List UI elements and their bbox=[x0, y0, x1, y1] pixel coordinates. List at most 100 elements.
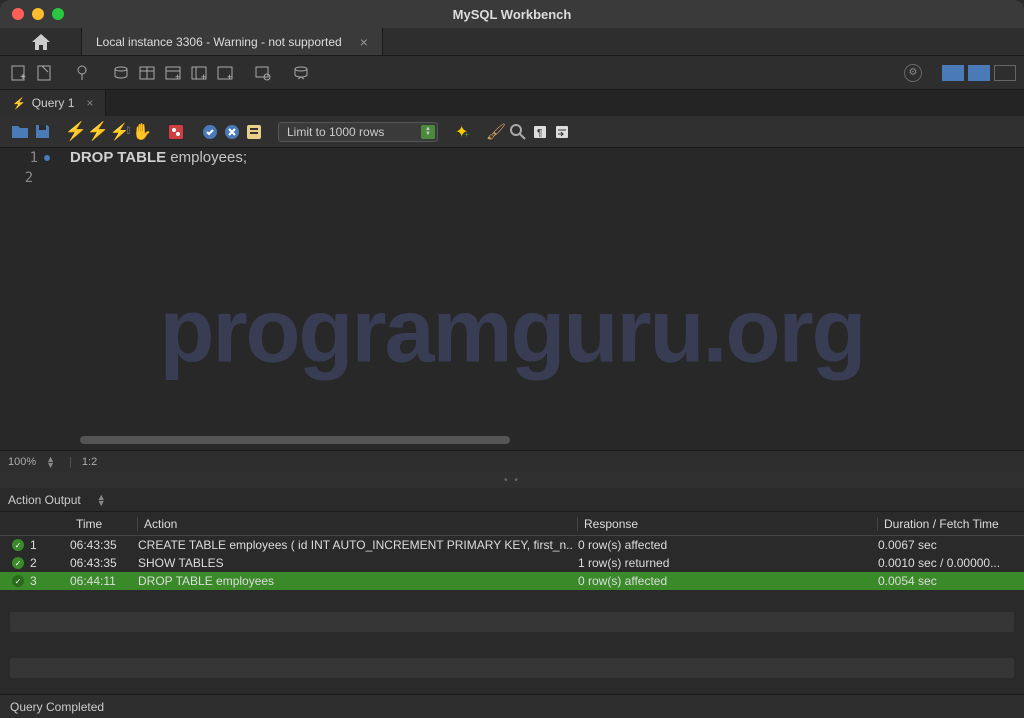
row-action: SHOW TABLES bbox=[132, 556, 572, 570]
row-duration: 0.0067 sec bbox=[872, 538, 1024, 552]
close-query-tab-icon[interactable]: × bbox=[86, 96, 93, 110]
connection-tab-label: Local instance 3306 - Warning - not supp… bbox=[96, 35, 342, 49]
output-row[interactable]: ✓ 1 06:43:35 CREATE TABLE employees ( id… bbox=[0, 536, 1024, 554]
stop-icon[interactable]: ✋ bbox=[132, 122, 152, 142]
editor-status-bar: 100% ▲▼ | 1:2 bbox=[0, 450, 1024, 472]
statement-marker-icon bbox=[44, 155, 50, 161]
output-selector-bar: Action Output ▲▼ bbox=[0, 488, 1024, 512]
dropdown-arrows-icon[interactable]: ▲▼ bbox=[97, 494, 106, 506]
status-text: Query Completed bbox=[10, 700, 104, 714]
column-header-action[interactable]: Action bbox=[138, 517, 578, 531]
row-limit-label: Limit to 1000 rows bbox=[287, 125, 384, 139]
open-sql-file-icon[interactable] bbox=[34, 62, 56, 84]
row-time: 06:43:35 bbox=[64, 556, 132, 570]
row-response: 0 row(s) affected bbox=[572, 574, 872, 588]
bolt-icon: ⚡ bbox=[12, 97, 26, 110]
close-window-button[interactable] bbox=[12, 8, 24, 20]
line-number: 1 bbox=[0, 148, 50, 168]
output-row[interactable]: ✓ 2 06:43:35 SHOW TABLES 1 row(s) return… bbox=[0, 554, 1024, 572]
app-title: MySQL Workbench bbox=[453, 7, 572, 22]
line-gutter: 1 2 bbox=[0, 148, 58, 450]
commit-icon[interactable] bbox=[200, 122, 220, 142]
editor-toolbar: ⚡ ⚡ ⚡𝕀 ✋ Limit to 1000 rows ▲▼ ✦+ 🖌 ¶ bbox=[0, 116, 1024, 148]
rollback-icon[interactable] bbox=[222, 122, 242, 142]
sql-editor[interactable]: 1 2 DROP TABLE employees; programguru.or… bbox=[0, 148, 1024, 450]
query-tab[interactable]: ⚡ Query 1 × bbox=[0, 90, 106, 116]
column-header-duration[interactable]: Duration / Fetch Time bbox=[878, 517, 1024, 531]
close-tab-icon[interactable]: × bbox=[360, 34, 368, 50]
svg-text:+: + bbox=[227, 72, 232, 82]
toggle-autocommit-icon[interactable] bbox=[166, 122, 186, 142]
row-index: 2 bbox=[30, 556, 64, 570]
row-duration: 0.0054 sec bbox=[872, 574, 1024, 588]
toggle-left-panel-button[interactable] bbox=[942, 65, 964, 81]
execute-icon[interactable]: ⚡ bbox=[66, 122, 86, 142]
column-header-time[interactable]: Time bbox=[70, 517, 138, 531]
dropdown-arrows-icon: ▲▼ bbox=[421, 125, 435, 139]
grip-icon: • • bbox=[504, 475, 520, 486]
connection-tab-bar: Local instance 3306 - Warning - not supp… bbox=[0, 28, 1024, 56]
horizontal-scrollbar[interactable] bbox=[80, 436, 510, 444]
line-number: 2 bbox=[0, 168, 50, 188]
window-controls bbox=[12, 8, 64, 20]
reconnect-icon[interactable] bbox=[290, 62, 312, 84]
code-area[interactable]: DROP TABLE employees; bbox=[58, 148, 1024, 450]
beautify-icon[interactable]: ✦+ bbox=[452, 122, 472, 142]
new-sql-tab-icon[interactable]: + bbox=[8, 62, 30, 84]
home-icon bbox=[32, 34, 50, 50]
toggle-limit-icon[interactable] bbox=[244, 122, 264, 142]
explain-icon[interactable]: ⚡𝕀 bbox=[110, 122, 130, 142]
cursor-position: 1:2 bbox=[82, 456, 97, 468]
toggle-right-panel-button[interactable] bbox=[994, 65, 1016, 81]
invisible-chars-icon[interactable]: ¶ bbox=[530, 122, 550, 142]
create-function-icon[interactable]: + bbox=[214, 62, 236, 84]
find-icon[interactable]: 🖌 bbox=[486, 122, 506, 142]
search-table-icon[interactable] bbox=[252, 62, 274, 84]
zoom-level[interactable]: 100% bbox=[8, 456, 36, 468]
row-time: 06:44:11 bbox=[64, 574, 132, 588]
output-bar bbox=[10, 658, 1014, 678]
output-grid-header: Time Action Response Duration / Fetch Ti… bbox=[0, 512, 1024, 536]
svg-text:+: + bbox=[201, 72, 206, 82]
output-row[interactable]: ✓ 3 06:44:11 DROP TABLE employees 0 row(… bbox=[0, 572, 1024, 590]
open-file-icon[interactable] bbox=[10, 122, 30, 142]
row-index: 3 bbox=[30, 574, 64, 588]
create-schema-icon[interactable] bbox=[110, 62, 132, 84]
create-procedure-icon[interactable]: + bbox=[188, 62, 210, 84]
status-ok-icon: ✓ bbox=[12, 575, 24, 587]
title-bar: MySQL Workbench bbox=[0, 0, 1024, 28]
row-index: 1 bbox=[30, 538, 64, 552]
zoom-stepper-icon[interactable]: ▲▼ bbox=[46, 456, 55, 468]
output-selector[interactable]: Action Output bbox=[8, 493, 81, 507]
row-response: 0 row(s) affected bbox=[572, 538, 872, 552]
create-table-icon[interactable] bbox=[136, 62, 158, 84]
query-tab-label: Query 1 bbox=[32, 96, 75, 110]
connection-tab[interactable]: Local instance 3306 - Warning - not supp… bbox=[82, 28, 383, 55]
settings-icon[interactable]: ⚙ bbox=[904, 64, 922, 82]
status-ok-icon: ✓ bbox=[12, 539, 24, 551]
main-toolbar: + + + + ⚙ bbox=[0, 56, 1024, 90]
minimize-window-button[interactable] bbox=[32, 8, 44, 20]
svg-text:+: + bbox=[20, 72, 26, 82]
home-tab[interactable] bbox=[0, 28, 82, 55]
sql-keyword: DROP TABLE bbox=[70, 149, 166, 166]
row-time: 06:43:35 bbox=[64, 538, 132, 552]
maximize-window-button[interactable] bbox=[52, 8, 64, 20]
output-bar bbox=[10, 612, 1014, 632]
pane-divider[interactable]: • • bbox=[0, 472, 1024, 488]
svg-text:¶: ¶ bbox=[537, 128, 542, 139]
execute-current-icon[interactable]: ⚡ bbox=[88, 122, 108, 142]
create-view-icon[interactable]: + bbox=[162, 62, 184, 84]
save-file-icon[interactable] bbox=[32, 122, 52, 142]
row-duration: 0.0010 sec / 0.00000... bbox=[872, 556, 1024, 570]
svg-text:+: + bbox=[175, 72, 180, 82]
row-limit-select[interactable]: Limit to 1000 rows ▲▼ bbox=[278, 122, 438, 142]
sql-identifier: employees; bbox=[166, 149, 247, 166]
row-action: DROP TABLE employees bbox=[132, 574, 572, 588]
column-header-response[interactable]: Response bbox=[578, 517, 878, 531]
word-wrap-icon[interactable] bbox=[552, 122, 572, 142]
toggle-bottom-panel-button[interactable] bbox=[968, 65, 990, 81]
status-ok-icon: ✓ bbox=[12, 557, 24, 569]
search-icon[interactable] bbox=[508, 122, 528, 142]
inspector-icon[interactable] bbox=[72, 62, 94, 84]
